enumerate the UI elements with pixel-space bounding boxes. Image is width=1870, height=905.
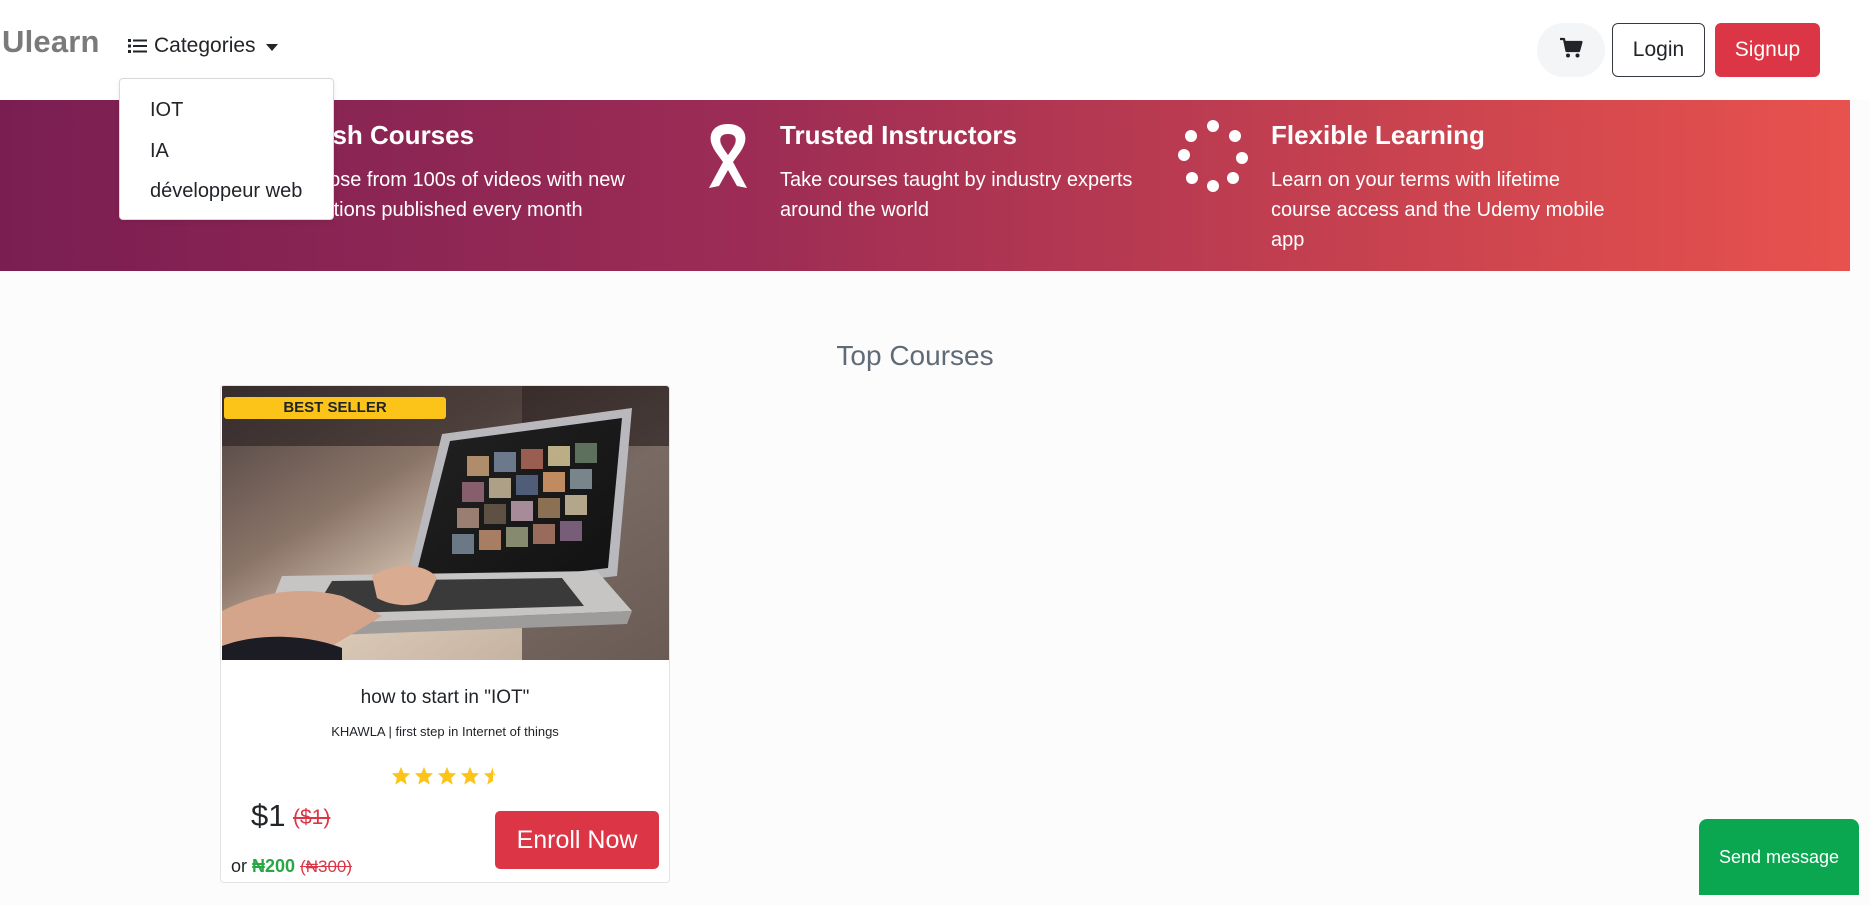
feature-title: Trusted Instructors (780, 120, 1017, 150)
course-subtitle: KHAWLA | first step in Internet of thing… (331, 724, 559, 739)
feature-title: Flexible Learning (1271, 120, 1485, 150)
star-icon (391, 766, 411, 785)
best-seller-badge: BEST SELLER (224, 397, 446, 419)
cart-button[interactable] (1537, 23, 1605, 77)
list-icon (128, 37, 150, 55)
ribbon-icon (695, 120, 761, 197)
enroll-now-button[interactable]: Enroll Now (495, 811, 659, 869)
course-price: $1 (251, 798, 286, 833)
spinner-icon (1175, 118, 1251, 199)
brand-logo[interactable]: Ulearn (2, 24, 100, 60)
feature-flexible-learning: Flexible Learning Learn on your terms wi… (1271, 120, 1605, 255)
naira-old-price: (₦300) (300, 857, 353, 876)
dropdown-item-iot[interactable]: IOT (150, 99, 183, 122)
star-icon (460, 766, 480, 785)
course-naira-price: or ₦200 (₦300) (231, 856, 353, 876)
categories-dropdown-toggle[interactable]: Categories (128, 34, 278, 58)
cart-icon (1559, 37, 1583, 64)
feature-trusted-instructors: Trusted Instructors Take courses taught … (780, 120, 1132, 225)
star-icon (437, 766, 457, 785)
course-thumbnail[interactable]: BEST SELLER (222, 386, 669, 660)
feature-description: Take courses taught by industry experts … (780, 169, 1133, 221)
star-icon (414, 766, 434, 785)
star-half-icon (483, 766, 496, 785)
feature-description: oose from 100s of videos with new dition… (318, 169, 625, 221)
course-card[interactable]: BEST SELLER how to start in "IOT" KHAWLA… (220, 385, 670, 883)
feature-description: Learn on your terms with lifetime course… (1271, 169, 1605, 251)
send-message-button[interactable]: Send message (1699, 819, 1859, 895)
naira-current-price: ₦200 (252, 856, 296, 876)
login-button[interactable]: Login (1612, 23, 1705, 77)
course-title[interactable]: how to start in "IOT" (221, 687, 669, 709)
caret-down-icon (265, 43, 278, 51)
categories-label: Categories (154, 34, 256, 57)
feature-title: esh Courses (318, 120, 475, 150)
section-title-top-courses: Top Courses (836, 340, 994, 371)
categories-dropdown-menu: IOT IA développeur web (119, 78, 334, 220)
course-old-price: ($1) (293, 806, 331, 829)
dropdown-item-web-developer[interactable]: développeur web (150, 180, 302, 203)
rating-stars (391, 766, 503, 785)
feature-fresh-courses: esh Courses oose from 100s of videos wit… (318, 120, 625, 225)
signup-button[interactable]: Signup (1715, 23, 1820, 77)
dropdown-item-ia[interactable]: IA (150, 140, 169, 163)
